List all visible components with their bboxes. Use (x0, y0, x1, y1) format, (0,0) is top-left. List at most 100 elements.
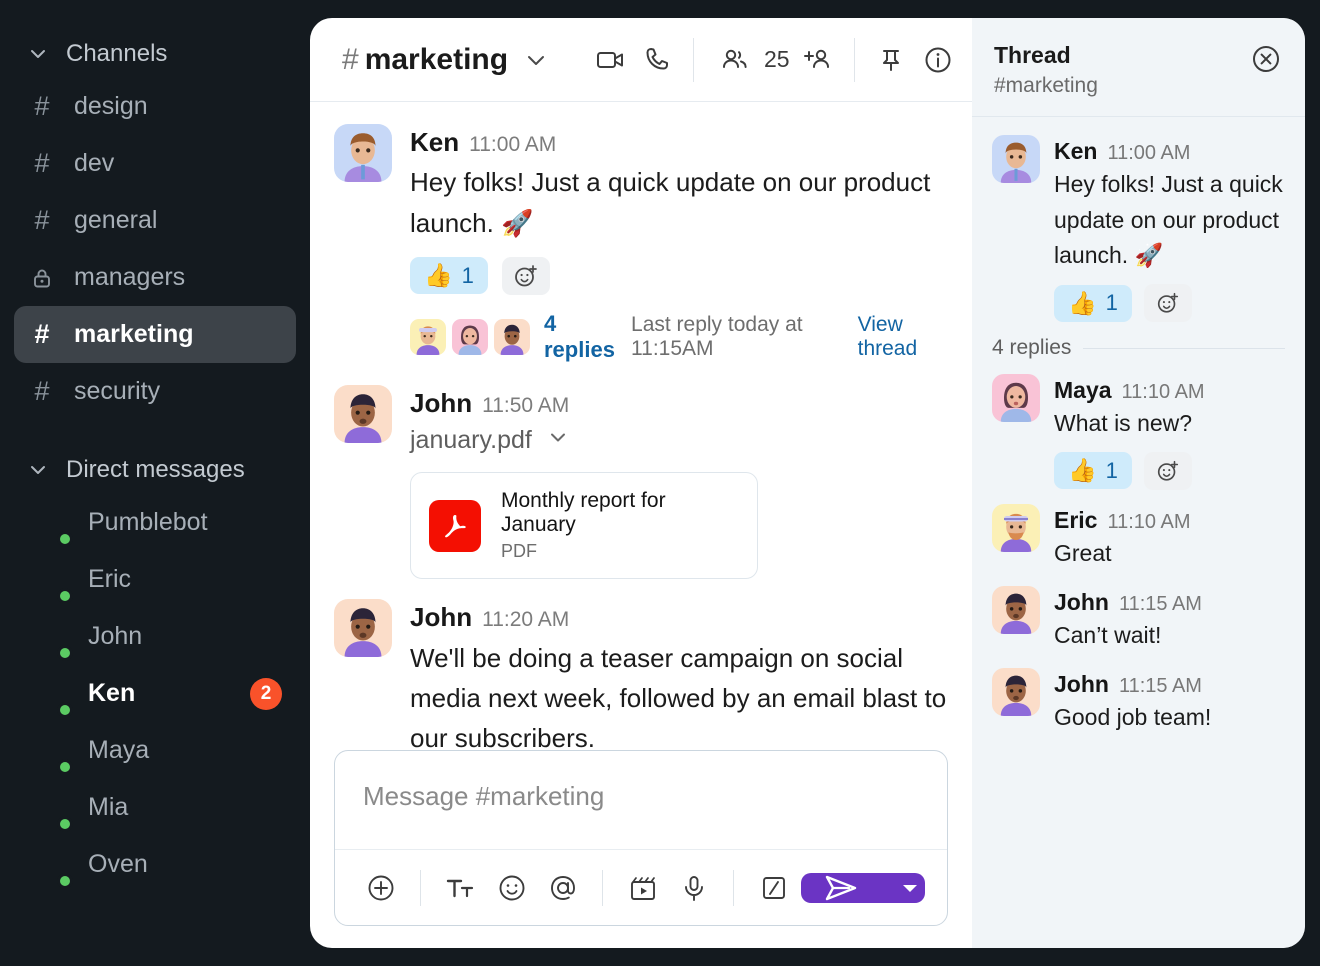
sidebar: Channels # design # dev # general manage… (0, 0, 310, 966)
slash-command-icon[interactable] (750, 862, 797, 914)
video-clip-icon[interactable] (619, 862, 666, 914)
message-item: Ken 11:00 AM Hey folks! Just a quick upd… (334, 124, 948, 363)
sidebar-dm-john[interactable]: John (14, 608, 296, 665)
message-body: John 11:20 AM We'll be doing a teaser ca… (410, 599, 948, 758)
view-thread-link[interactable]: View thread (858, 313, 948, 361)
avatar (26, 615, 73, 661)
dm-section-header[interactable]: Direct messages (0, 446, 310, 494)
members-button[interactable]: 25 (712, 37, 790, 83)
sidebar-channel-design[interactable]: # design (14, 78, 296, 135)
sidebar-dm-oven[interactable]: Oven (14, 836, 296, 893)
message-text: We'll be doing a teaser campaign on soci… (410, 642, 947, 754)
chevron-down-icon (28, 44, 48, 64)
sidebar-dm-pumblebot[interactable]: Pumblebot (14, 494, 296, 551)
add-reaction-icon[interactable] (501, 256, 550, 295)
message-timestamp: 11:00 AM (1107, 142, 1191, 164)
send-button[interactable] (801, 873, 883, 903)
reaction-thumbsup[interactable]: 👍 1 (1054, 284, 1132, 322)
reaction-thumbsup[interactable]: 👍 1 (1054, 452, 1132, 490)
message-author: John (1054, 588, 1109, 615)
replies-divider-label: 4 replies (992, 336, 1072, 360)
message-body: Ken 11:00 AM Hey folks! Just a quick upd… (410, 124, 948, 363)
add-person-icon[interactable] (800, 37, 837, 83)
thread-root-message: Ken 11:00 AM Hey folks! Just a quick upd… (992, 135, 1285, 323)
attachment-info: Monthly report for January PDF (501, 489, 739, 562)
chevron-down-icon[interactable] (546, 425, 570, 456)
video-camera-icon[interactable] (592, 37, 629, 83)
chat-column: # marketing 25 Ken 11:00 AM Hey folks! J… (310, 18, 972, 948)
avatar (26, 843, 73, 889)
composer-toolbar (335, 849, 947, 925)
avatar (26, 786, 73, 832)
hash-icon: # (34, 148, 50, 178)
send-icon (825, 875, 857, 900)
message-timestamp: 11:10 AM (1121, 381, 1205, 404)
sidebar-dm-maya[interactable]: Maya (14, 722, 296, 779)
sidebar-channel-marketing[interactable]: # marketing (14, 306, 296, 363)
attachment-filename-row[interactable]: january.pdf (410, 425, 948, 456)
emoji-icon[interactable] (488, 862, 535, 914)
reaction-thumbsup[interactable]: 👍 1 (410, 257, 488, 295)
avatar (992, 503, 1040, 552)
thread-reply: John 11:15 AM Can’t wait! (992, 585, 1285, 654)
sidebar-channel-security[interactable]: # security (14, 363, 296, 420)
reaction-row: 👍 1 (1054, 284, 1285, 323)
microphone-icon[interactable] (670, 862, 717, 914)
thumbsup-icon: 👍 (1068, 289, 1097, 316)
reaction-count: 1 (1105, 290, 1118, 316)
send-options-button[interactable] (883, 873, 925, 903)
last-reply-text: Last reply today at 11:15AM (631, 312, 803, 360)
info-icon[interactable] (919, 37, 956, 83)
add-reaction-icon[interactable] (1143, 284, 1192, 323)
hash-icon: # (34, 205, 50, 235)
header-divider (693, 37, 694, 82)
message-text: Can’t wait! (1054, 621, 1162, 648)
message-meta: John 11:20 AM (410, 599, 948, 635)
sidebar-dm-ken[interactable]: Ken 2 (14, 665, 296, 722)
sidebar-channel-general[interactable]: # general (14, 192, 296, 249)
replies-divider: 4 replies (992, 336, 1285, 360)
sidebar-channel-dev[interactable]: # dev (14, 135, 296, 192)
avatar (26, 501, 73, 547)
sidebar-dm-eric[interactable]: Eric (14, 551, 296, 608)
message-author: Eric (1054, 506, 1098, 533)
main-card: # marketing 25 Ken 11:00 AM Hey folks! J… (310, 18, 1305, 948)
app-root: Channels # design # dev # general manage… (0, 0, 1320, 966)
message-input[interactable]: Message #marketing (335, 751, 947, 849)
send-button-group[interactable] (801, 872, 925, 903)
thread-participants (410, 318, 530, 355)
channel-title[interactable]: # marketing (342, 43, 508, 77)
replies-count-link[interactable]: 4 replies (544, 311, 617, 363)
avatar (26, 672, 73, 718)
message-author: Ken (1054, 138, 1098, 164)
hash-icon: # (34, 91, 50, 121)
plus-icon[interactable] (357, 862, 404, 914)
avatar (26, 729, 73, 775)
caret-down-icon (903, 884, 918, 892)
sidebar-channel-managers[interactable]: managers (14, 249, 296, 306)
chevron-down-icon[interactable] (518, 37, 555, 83)
attachment-card[interactable]: Monthly report for January PDF (410, 472, 758, 580)
message-item: John 11:50 AM january.pdf Monthly report… (334, 384, 948, 580)
add-reaction-icon[interactable] (1143, 451, 1192, 490)
message-timestamp: 11:50 AM (482, 393, 570, 417)
phone-icon[interactable] (639, 37, 676, 83)
message-text: Great (1054, 540, 1112, 567)
message-text: Good job team! (1054, 703, 1212, 730)
sidebar-dm-label: Maya (88, 736, 150, 764)
online-status-dot (57, 701, 73, 718)
mention-icon[interactable] (539, 862, 586, 914)
close-circle-icon[interactable] (1249, 42, 1283, 81)
sidebar-dm-label: John (88, 622, 143, 650)
thread-reply: Maya 11:10 AM What is new? 👍 1 (992, 374, 1285, 490)
thread-reply-body: John 11:15 AM Good job team! (1054, 668, 1285, 736)
channels-section-header[interactable]: Channels (0, 30, 310, 78)
pin-icon[interactable] (873, 37, 910, 83)
message-composer: Message #marketing (334, 750, 948, 926)
thread-summary[interactable]: 4 replies Last reply today at 11:15AM Vi… (410, 311, 948, 363)
sidebar-dm-label: Pumblebot (88, 508, 208, 536)
sidebar-dm-mia[interactable]: Mia (14, 779, 296, 836)
thread-channel: #marketing (994, 74, 1098, 97)
text-format-icon[interactable] (437, 862, 484, 914)
